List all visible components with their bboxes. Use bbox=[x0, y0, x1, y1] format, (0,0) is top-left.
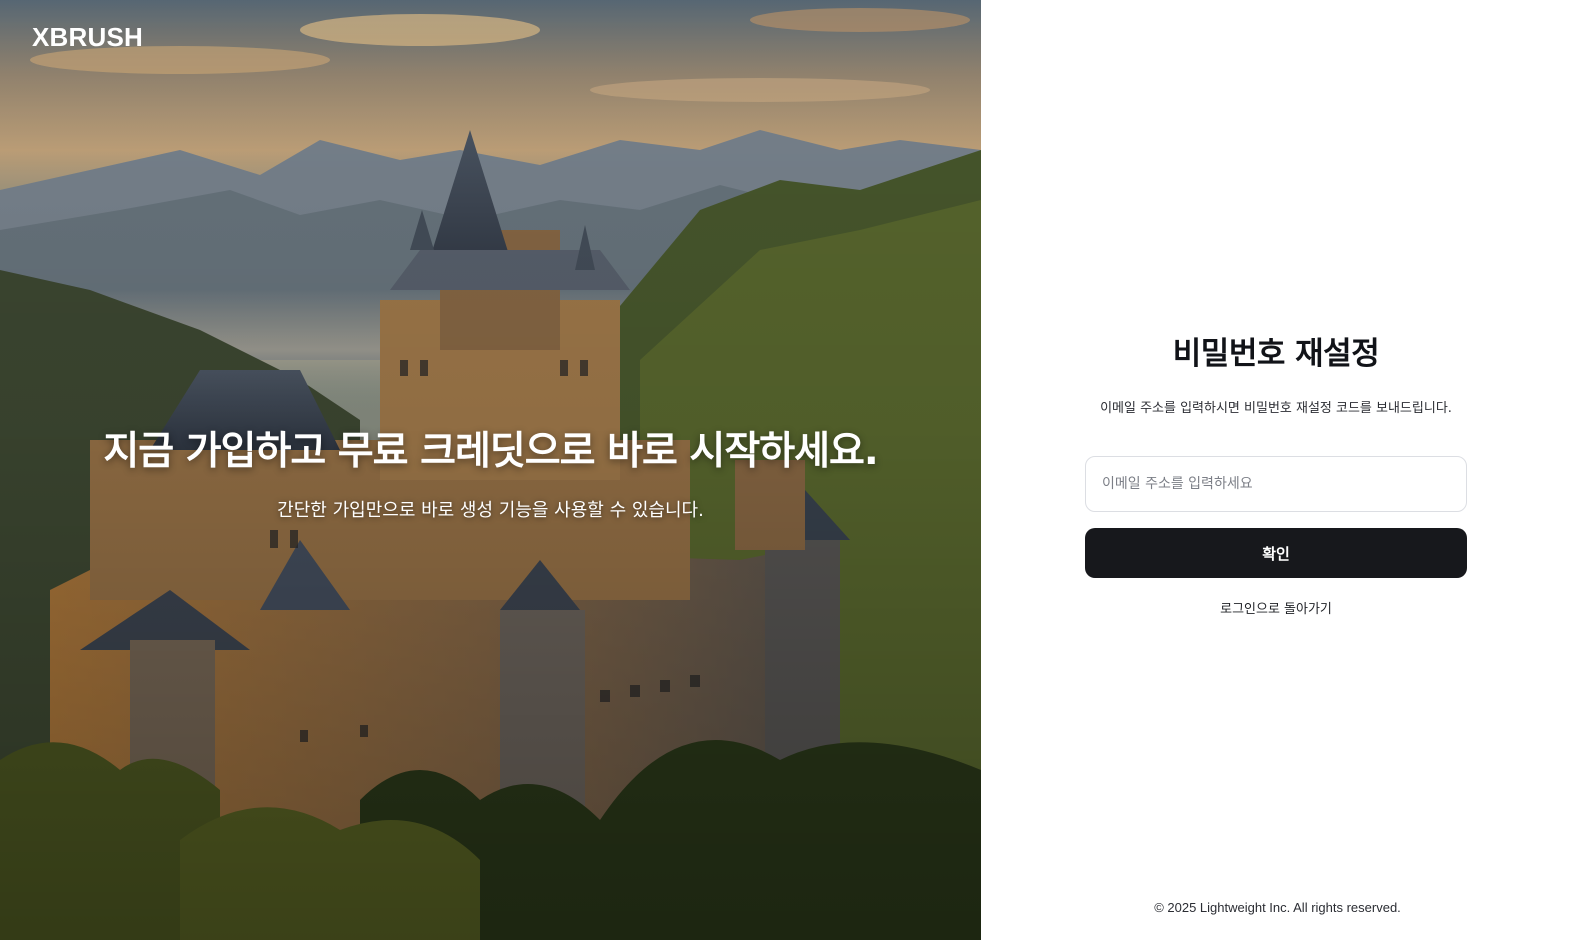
hero-copy: 지금 가입하고 무료 크레딧으로 바로 시작하세요. 간단한 가입만으로 바로 … bbox=[0, 420, 981, 522]
reset-password-panel: 비밀번호 재설정 이메일 주소를 입력하시면 비밀번호 재설정 코드를 보내드립… bbox=[981, 0, 1574, 940]
copyright-footer: © 2025 Lightweight Inc. All rights reser… bbox=[1154, 900, 1401, 915]
hero-panel: XBRUSH 지금 가입하고 무료 크레딧으로 바로 시작하세요. 간단한 가입… bbox=[0, 0, 981, 940]
form-description: 이메일 주소를 입력하시면 비밀번호 재설정 코드를 보내드립니다. bbox=[1100, 401, 1452, 416]
email-field[interactable] bbox=[1085, 456, 1467, 512]
brand-logo[interactable]: XBRUSH bbox=[32, 22, 143, 53]
page-title: 비밀번호 재설정 bbox=[1172, 336, 1380, 372]
back-to-login-link[interactable]: 로그인으로 돌아가기 bbox=[1220, 598, 1332, 617]
reset-password-page: XBRUSH 지금 가입하고 무료 크레딧으로 바로 시작하세요. 간단한 가입… bbox=[0, 0, 1574, 940]
confirm-button[interactable]: 확인 bbox=[1085, 528, 1467, 578]
reset-password-form: 비밀번호 재설정 이메일 주소를 입력하시면 비밀번호 재설정 코드를 보내드립… bbox=[1085, 328, 1467, 618]
hero-subtitle: 간단한 가입만으로 바로 생성 기능을 사용할 수 있습니다. bbox=[277, 500, 704, 521]
hero-title: 지금 가입하고 무료 크레딧으로 바로 시작하세요. bbox=[103, 429, 878, 474]
